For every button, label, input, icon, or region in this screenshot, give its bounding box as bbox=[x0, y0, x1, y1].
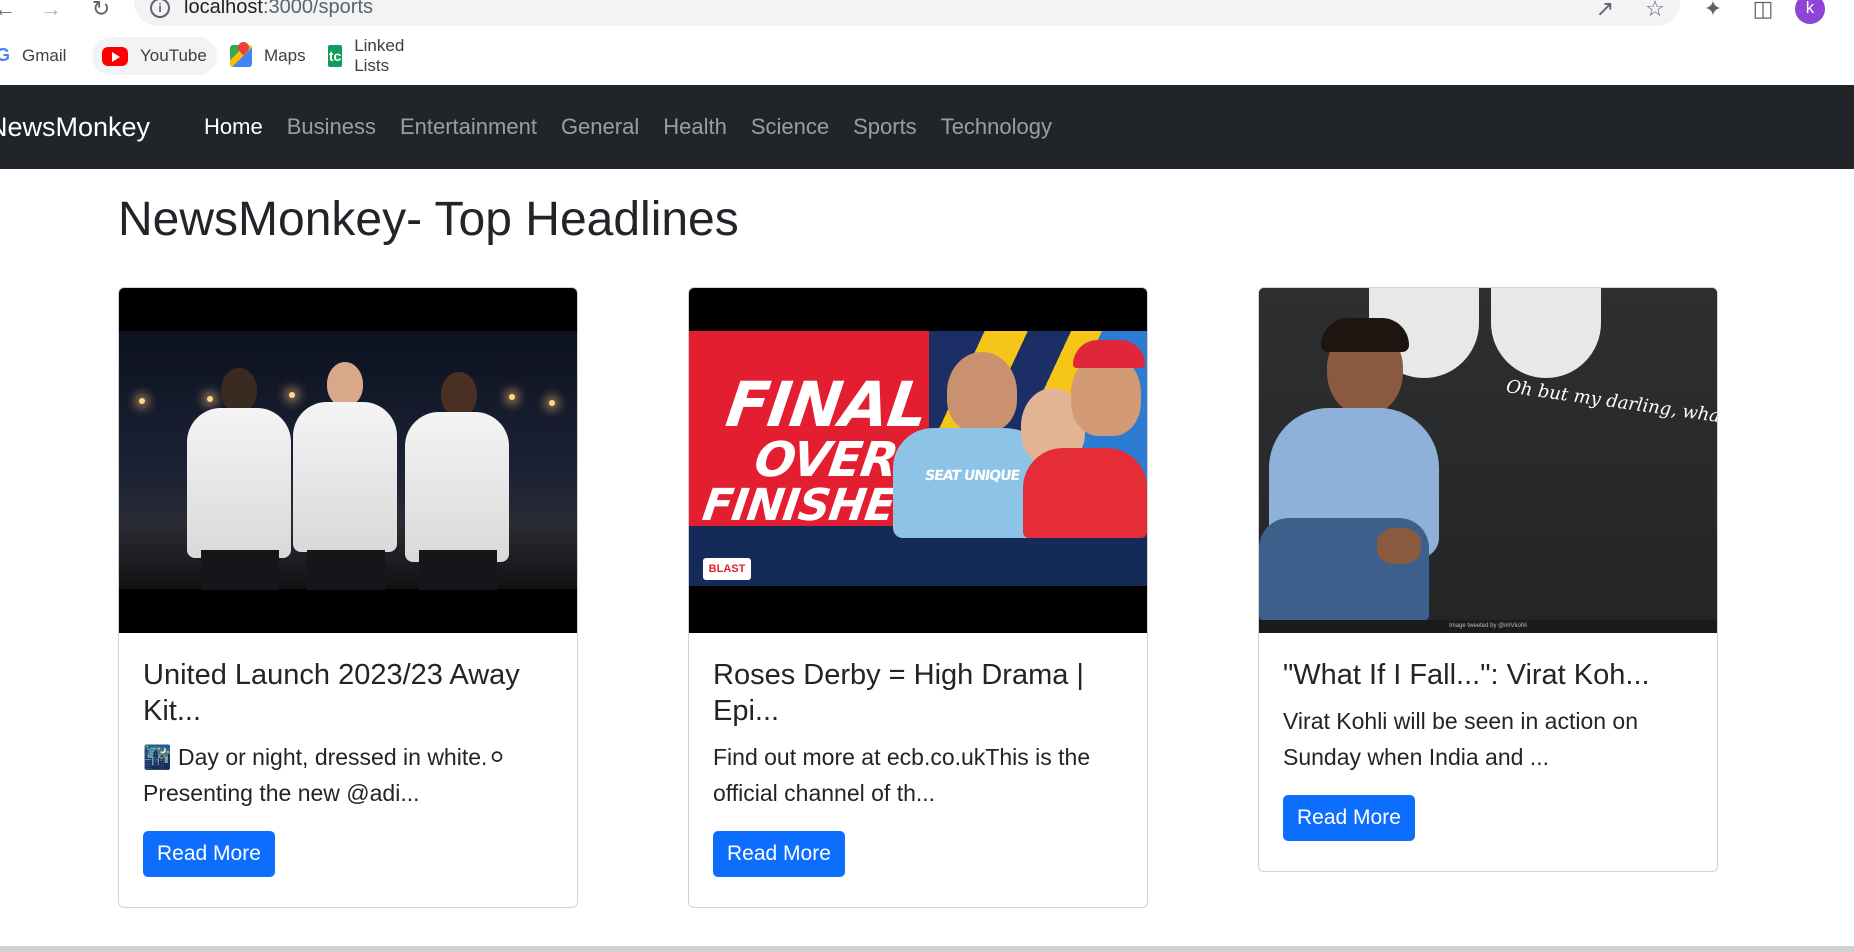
bookmark-youtube[interactable]: YouTube bbox=[92, 37, 217, 75]
navbar-brand[interactable]: NewsMonkey bbox=[0, 85, 150, 169]
nav-link-health[interactable]: Health bbox=[663, 114, 727, 140]
bookmark-label: Linked Lists bbox=[354, 36, 405, 75]
browser-toolbar: ← → ↻ i localhost:3000/sports ↗ ☆ ✦ ◫ k bbox=[0, 0, 1854, 28]
card-body: "What If I Fall...": Virat Koh... Virat … bbox=[1259, 633, 1717, 865]
card-title: "What If I Fall...": Virat Koh... bbox=[1283, 659, 1650, 691]
image-caption: Image tweeted by @imVkohli bbox=[1259, 620, 1717, 633]
card-description: 🌃 Day or night, dressed in white.⚪ Prese… bbox=[143, 744, 507, 806]
app-navbar: NewsMonkey Home Business Entertainment G… bbox=[0, 85, 1854, 169]
nav-links: Home Business Entertainment General Heal… bbox=[204, 85, 1076, 169]
bookmark-star-icon[interactable]: ☆ bbox=[1640, 0, 1670, 24]
image-text-final: FINAL bbox=[721, 368, 932, 441]
nav-link-sports[interactable]: Sports bbox=[853, 114, 917, 140]
back-arrow-icon[interactable]: ← bbox=[0, 0, 20, 24]
news-image-kit-launch bbox=[119, 288, 577, 633]
card-body: Roses Derby = High Drama | Epi... Find o… bbox=[689, 633, 1147, 901]
read-more-button[interactable]: Read More bbox=[1283, 795, 1415, 841]
news-image-final-over-finishes: FINAL OVER FINISHES SEAT UNIQUE BLAST bbox=[689, 288, 1147, 633]
bookmark-label: Gmail bbox=[22, 46, 67, 65]
google-icon: G bbox=[0, 45, 10, 65]
nav-link-entertainment[interactable]: Entertainment bbox=[400, 114, 537, 140]
bookmark-gmail[interactable]: G Gmail bbox=[0, 37, 66, 75]
extensions-puzzle-icon[interactable]: ✦ bbox=[1698, 0, 1728, 24]
news-card: United Launch 2023/23 Away Kit... 🌃 Day … bbox=[118, 287, 578, 908]
read-more-button[interactable]: Read More bbox=[143, 831, 275, 877]
read-more-button[interactable]: Read More bbox=[713, 831, 845, 877]
maps-icon bbox=[230, 45, 252, 67]
nav-link-science[interactable]: Science bbox=[751, 114, 829, 140]
image-text-sponsor: SEAT UNIQUE bbox=[923, 468, 1021, 484]
nav-link-business[interactable]: Business bbox=[287, 114, 376, 140]
bookmark-maps[interactable]: Maps bbox=[230, 37, 306, 75]
tc-icon: tc bbox=[328, 45, 343, 67]
url-path: :3000/sports bbox=[262, 0, 374, 18]
reload-icon[interactable]: ↻ bbox=[86, 0, 116, 24]
youtube-icon bbox=[102, 46, 128, 66]
forward-arrow-icon[interactable]: → bbox=[36, 0, 66, 24]
news-image-virat-kohli: Oh but my darling, what if y Image tweet… bbox=[1259, 288, 1717, 633]
blast-logo: BLAST bbox=[703, 558, 751, 580]
side-panel-icon[interactable]: ◫ bbox=[1748, 0, 1778, 24]
nav-link-general[interactable]: General bbox=[561, 114, 639, 140]
nav-link-home[interactable]: Home bbox=[204, 114, 263, 140]
url-host: localhost bbox=[184, 0, 263, 18]
card-body: United Launch 2023/23 Away Kit... 🌃 Day … bbox=[119, 633, 577, 901]
card-description: Find out more at ecb.co.ukThis is the of… bbox=[713, 744, 1091, 806]
card-title: United Launch 2023/23 Away Kit... bbox=[143, 659, 520, 727]
bookmark-label: Maps bbox=[264, 46, 306, 65]
browser-chrome: ← → ↻ i localhost:3000/sports ↗ ☆ ✦ ◫ k … bbox=[0, 0, 1854, 85]
news-card: FINAL OVER FINISHES SEAT UNIQUE BLAST Ro… bbox=[688, 287, 1148, 908]
profile-avatar[interactable]: k bbox=[1795, 0, 1825, 24]
horizontal-scrollbar[interactable] bbox=[0, 946, 1854, 952]
news-card: Oh but my darling, what if y Image tweet… bbox=[1258, 287, 1718, 872]
url-text[interactable]: localhost:3000/sports bbox=[184, 0, 373, 19]
bookmark-label: YouTube bbox=[140, 46, 207, 65]
nav-link-technology[interactable]: Technology bbox=[941, 114, 1052, 140]
share-icon[interactable]: ↗ bbox=[1590, 0, 1620, 24]
page-title: NewsMonkey- Top Headlines bbox=[118, 193, 739, 246]
card-description: Virat Kohli will be seen in action on Su… bbox=[1283, 708, 1639, 770]
bookmark-linked-lists[interactable]: tc Linked Lists bbox=[328, 36, 412, 75]
card-title: Roses Derby = High Drama | Epi... bbox=[713, 659, 1084, 727]
